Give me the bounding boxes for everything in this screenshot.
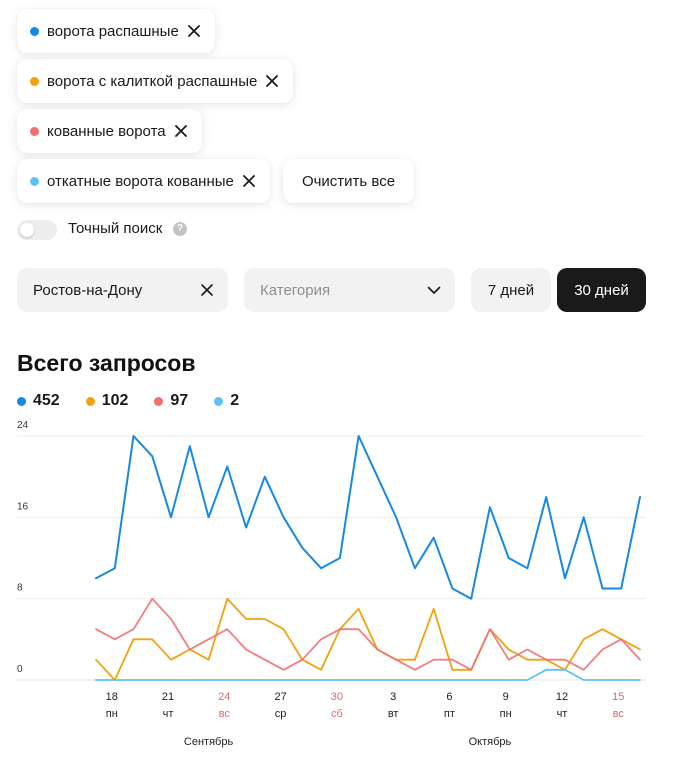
close-icon[interactable] — [242, 174, 256, 188]
filter-chip[interactable]: откатные ворота кованные — [17, 159, 270, 203]
help-icon[interactable]: ? — [173, 222, 187, 236]
exact-search-label: Точный поиск — [68, 220, 163, 237]
x-month-label: Сентябрь — [184, 736, 234, 748]
x-tick-day: 12 — [556, 691, 568, 703]
x-tick-day: 18 — [106, 691, 118, 703]
y-tick-label: 8 — [17, 583, 23, 594]
x-tick-weekday: пн — [500, 708, 512, 720]
x-tick-day: 30 — [331, 691, 343, 703]
close-icon[interactable] — [265, 74, 279, 88]
legend-value: 2 — [230, 392, 240, 409]
legend-item: 2 — [214, 392, 239, 410]
x-tick-weekday: ср — [275, 708, 287, 720]
line-chart: 0 8 16 24 18 пн 21 чт 24 вс 27 ср 30 сб 3 вт 6 пт 9 пн 12 чт 1… — [17, 420, 646, 748]
x-tick-weekday: сб — [331, 708, 343, 720]
legend-dot — [17, 396, 26, 406]
y-tick-label: 0 — [17, 664, 23, 675]
filter-chip-label: откатные ворота кованные — [47, 172, 234, 190]
series-color-dot — [30, 176, 39, 186]
y-tick-label: 16 — [17, 501, 29, 512]
legend-item: 97 — [154, 392, 188, 410]
series-color-dot — [30, 126, 39, 136]
exact-search-toggle[interactable] — [17, 220, 57, 240]
legend-dot — [154, 396, 164, 406]
y-tick-label: 24 — [17, 420, 29, 431]
chart-legend: 452 102 97 2 — [17, 392, 265, 410]
x-tick-weekday: чт — [163, 708, 174, 720]
close-icon[interactable] — [187, 24, 201, 38]
x-tick-weekday: чт — [557, 708, 568, 720]
legend-item: 102 — [85, 392, 129, 410]
filter-chip-label: кованные ворота — [47, 122, 166, 140]
series-line — [95, 668, 641, 681]
x-tick-day: 15 — [612, 691, 624, 703]
chart-title: Всего запросов — [17, 350, 196, 376]
category-select[interactable]: Категория — [244, 268, 455, 312]
legend-value: 102 — [101, 392, 129, 409]
chevron-down-icon — [427, 286, 441, 294]
filter-chip[interactable]: ворота с калиткой распашные — [17, 59, 294, 103]
x-tick-weekday: вс — [219, 708, 231, 720]
x-tick-day: 24 — [218, 691, 230, 703]
legend-value: 97 — [170, 392, 189, 409]
clear-icon[interactable] — [200, 283, 214, 297]
x-tick-weekday: пн — [106, 708, 118, 720]
x-tick-day: 21 — [162, 691, 174, 703]
legend-value: 452 — [33, 392, 60, 409]
x-tick-day: 6 — [446, 691, 452, 703]
x-tick-weekday: вс — [613, 708, 625, 720]
series-line — [95, 597, 641, 671]
category-select-placeholder: Категория — [260, 281, 331, 299]
series-color-dot — [30, 26, 39, 36]
series-color-dot — [30, 76, 39, 86]
filter-chip-label: ворота с калиткой распашные — [47, 72, 258, 90]
x-tick-weekday: вт — [388, 708, 399, 720]
toggle-knob — [20, 223, 34, 237]
clear-all-button[interactable]: Очистить все — [283, 159, 414, 203]
x-tick-day: 27 — [274, 691, 286, 703]
city-select[interactable]: Ростов-на-Дону — [17, 268, 228, 312]
filter-chip[interactable]: кованные ворота — [17, 109, 202, 153]
city-select-value: Ростов-на-Дону — [33, 281, 143, 299]
x-tick-day: 3 — [390, 691, 396, 703]
filter-chip[interactable]: ворота распашные — [17, 9, 215, 53]
period-30-days-button[interactable]: 30 дней — [557, 268, 646, 312]
filter-chip-label: ворота распашные — [47, 22, 179, 40]
close-icon[interactable] — [174, 124, 188, 138]
legend-dot — [85, 396, 95, 406]
period-7-days-button[interactable]: 7 дней — [471, 268, 551, 312]
legend-item: 452 — [17, 392, 60, 410]
x-tick-day: 9 — [503, 691, 509, 703]
legend-dot — [214, 396, 224, 406]
x-month-label: Октябрь — [469, 736, 512, 748]
x-tick-weekday: пт — [444, 708, 455, 720]
